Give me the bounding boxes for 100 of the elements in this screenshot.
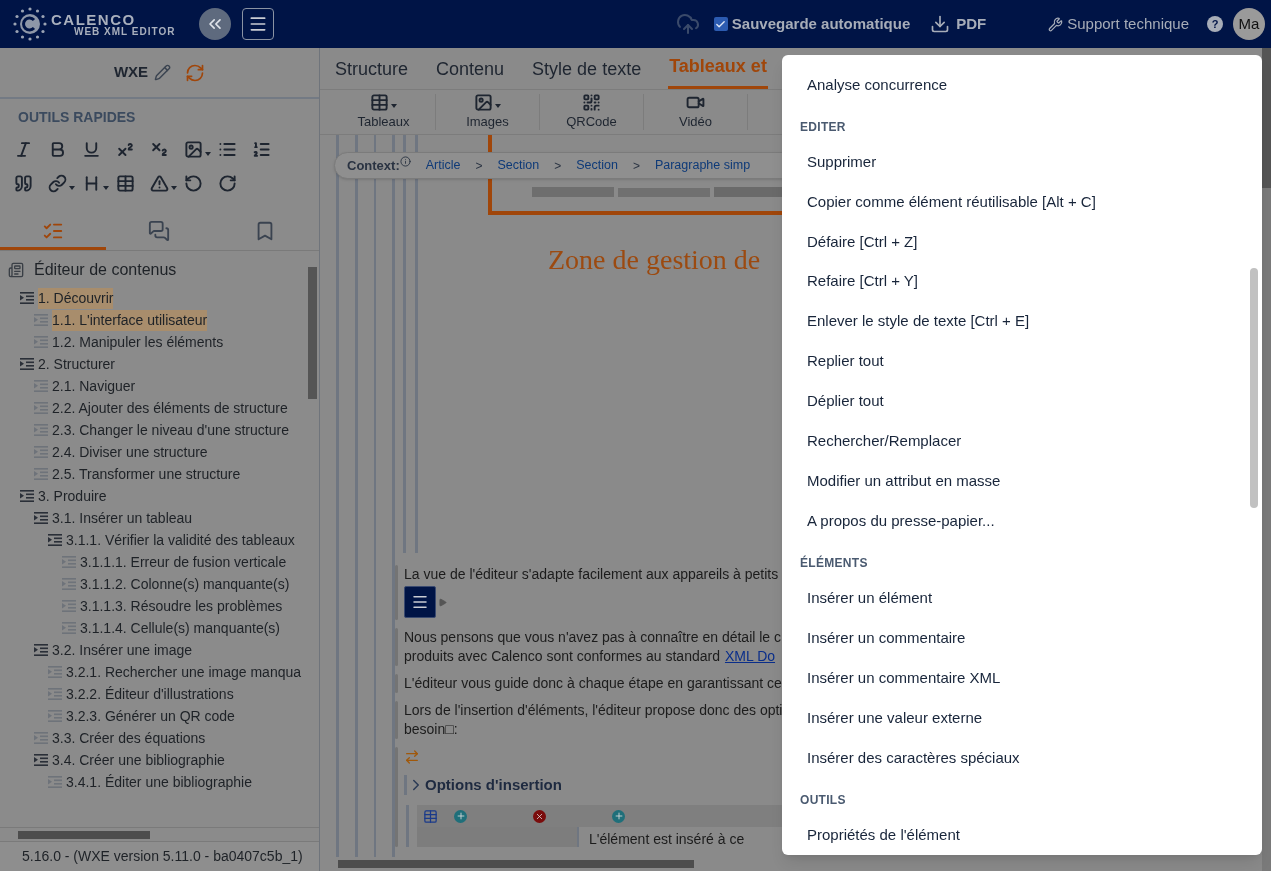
indent-icon: [34, 732, 48, 744]
tree-item[interactable]: 3.4. Créer une bibliographie: [52, 749, 225, 771]
tree-item[interactable]: 2. Structurer: [38, 353, 116, 375]
tree-item[interactable]: 3.1.1.2. Colonne(s) manquante(s): [80, 573, 290, 595]
menu-item[interactable]: Insérer une valeur externe: [782, 698, 1246, 739]
undo-icon[interactable]: [184, 173, 203, 193]
image-icon[interactable]: [184, 139, 203, 159]
user-avatar[interactable]: Ma: [1233, 8, 1265, 40]
close-icon[interactable]: [533, 809, 546, 823]
tree-title: Éditeur de contenus: [34, 259, 177, 280]
tree-item[interactable]: 3.2.1. Rechercher une image manqua: [66, 661, 302, 683]
paragraph-text: besoin□:: [404, 720, 459, 739]
scrollbar-thumb[interactable]: [338, 860, 694, 868]
menu-section-header: EDITER: [799, 118, 847, 136]
menu-item[interactable]: Enlever le style de texte [Ctrl + E]: [782, 301, 1246, 342]
paragraph-text: L'éditeur vous guide donc à chaque étape en garantissant ce: [404, 674, 782, 693]
numbered-list-icon[interactable]: [252, 139, 271, 159]
section-title: Options d'insertion: [425, 774, 562, 795]
paragraph-text: Nous pensons que vous n'avez pas à connaître en détail le c: [404, 628, 782, 647]
xml-link[interactable]: XML Do: [724, 647, 776, 666]
underline-icon[interactable]: [82, 139, 101, 159]
menu-section-header: ÉLÉMENTS: [799, 554, 869, 573]
quote-icon[interactable]: [14, 173, 33, 193]
table-icon[interactable]: [423, 808, 438, 824]
menu-item[interactable]: Insérer des caractères spéciaux: [782, 738, 1246, 778]
tree-item[interactable]: 2.4. Diviser une structure: [52, 441, 208, 463]
italic-icon[interactable]: [14, 139, 33, 159]
menu-item[interactable]: Replier tout: [782, 341, 1246, 382]
ribbon-tab[interactable]: Contenu: [435, 56, 506, 89]
tree-item[interactable]: 3.4.1. Éditer une bibliographie: [66, 771, 253, 793]
tree-item[interactable]: 1.1. L'interface utilisateur: [52, 309, 208, 331]
indent-icon: [62, 622, 76, 634]
breadcrumb-link[interactable]: Paragraphe simp: [654, 156, 751, 175]
image-icon: [474, 92, 493, 112]
scrollbar-thumb[interactable]: [18, 830, 150, 839]
menu-item[interactable]: Copier comme élément réutilisable [Alt + C]: [782, 181, 1246, 222]
menu-item[interactable]: Insérer un commentaire: [782, 618, 1246, 659]
pencil-icon[interactable]: [154, 64, 172, 81]
tree-item[interactable]: 3.1.1.4. Cellule(s) manquante(s): [80, 617, 280, 639]
menu-button[interactable]: [242, 8, 275, 40]
warning-icon[interactable]: [150, 173, 169, 193]
tree-item[interactable]: 3.1. Insérer un tableau: [52, 507, 193, 529]
tree-item[interactable]: 2.5. Transformer une structure: [52, 463, 241, 485]
tree-item[interactable]: 2.2. Ajouter des éléments de structure: [52, 397, 288, 419]
redo-icon[interactable]: [218, 173, 237, 193]
download-icon: [930, 14, 951, 34]
pdf-button[interactable]: PDF: [930, 12, 987, 36]
tree-item[interactable]: 3.2.2. Éditeur d'illustrations: [66, 683, 234, 705]
tree-item[interactable]: 3.1.1.3. Résoudre les problèmes: [80, 595, 283, 617]
ribbon-tool-button[interactable]: Images: [436, 94, 540, 130]
collapse-button[interactable]: [199, 8, 232, 40]
section-title: OUTILS RAPIDES: [17, 108, 137, 127]
info-icon[interactable]: [399, 155, 411, 167]
ribbon-tool-button[interactable]: QRCode: [540, 94, 644, 130]
tree-item[interactable]: 2.1. Naviguer: [52, 375, 136, 397]
menu-item[interactable]: Refaire [Ctrl + Y]: [782, 261, 1246, 302]
menu-item[interactable]: A propos du presse-papier...: [782, 501, 1246, 542]
tree-item[interactable]: 3. Produire: [38, 485, 107, 507]
ribbon-tab[interactable]: Structure: [334, 56, 410, 89]
link-icon[interactable]: [48, 173, 67, 193]
tree-item[interactable]: 3.3. Créer des équations: [52, 727, 206, 749]
ribbon-tool-button[interactable]: Vidéo: [644, 94, 748, 130]
breadcrumb-link[interactable]: Section: [497, 156, 540, 175]
indent-icon: [48, 534, 62, 546]
support-button[interactable]: Support technique: [1048, 12, 1189, 36]
menu-item[interactable]: Modifier un attribut en masse: [782, 461, 1246, 502]
menu-item[interactable]: Supprimer: [782, 141, 1246, 182]
scrollbar-thumb[interactable]: [308, 267, 317, 399]
scrollbar-thumb[interactable]: [1250, 268, 1258, 508]
tree-item[interactable]: 1. Découvrir: [38, 287, 114, 309]
indent-icon: [34, 424, 48, 436]
breadcrumb-link[interactable]: Article: [425, 156, 461, 175]
ribbon-tab[interactable]: Style de texte: [531, 56, 643, 89]
brand-name: CALENCO: [51, 11, 136, 27]
tree-item[interactable]: 1.2. Manipuler les éléments: [52, 331, 224, 353]
menu-item[interactable]: Insérer un élément: [782, 578, 1246, 619]
help-icon[interactable]: ?: [1207, 16, 1223, 32]
autosave-checkbox[interactable]: [713, 17, 728, 31]
scrollbar-thumb[interactable]: [1262, 48, 1271, 188]
indent-icon: [34, 468, 48, 480]
paragraph-text: Lors de l'insertion d'éléments, l'éditeur propose donc des opti: [404, 701, 783, 720]
indent-icon: [34, 380, 48, 392]
menu-item[interactable]: Analyse concurrence: [782, 65, 1246, 105]
brand-subtitle: WEB XML EDITOR: [74, 26, 176, 37]
tree-item[interactable]: 3.2.3. Générer un QR code: [66, 705, 235, 727]
breadcrumb-link[interactable]: Section: [576, 156, 618, 175]
document-heading: Zone de gestion de: [548, 243, 761, 277]
tree-item[interactable]: 2.3. Changer le niveau d'une structure: [52, 419, 289, 441]
menu-item[interactable]: Propriétés de l'élément: [782, 815, 1246, 855]
tree-item[interactable]: 3.2. Insérer une image: [52, 639, 193, 661]
indent-icon: [20, 292, 34, 304]
menu-item[interactable]: Défaire [Ctrl + Z]: [782, 221, 1246, 262]
tree-item[interactable]: 3.1.1. Vérifier la validité des tableaux: [66, 529, 295, 551]
menu-button[interactable]: [404, 586, 436, 618]
ribbon-tool-button[interactable]: Tableaux: [332, 94, 436, 130]
menu-item[interactable]: Déplier tout: [782, 381, 1246, 422]
table-icon[interactable]: [116, 173, 135, 193]
menu-item[interactable]: Insérer un commentaire XML: [782, 658, 1246, 699]
menu-item[interactable]: Rechercher/Remplacer: [782, 421, 1246, 462]
tree-item[interactable]: 3.1.1.1. Erreur de fusion verticale: [80, 551, 287, 573]
